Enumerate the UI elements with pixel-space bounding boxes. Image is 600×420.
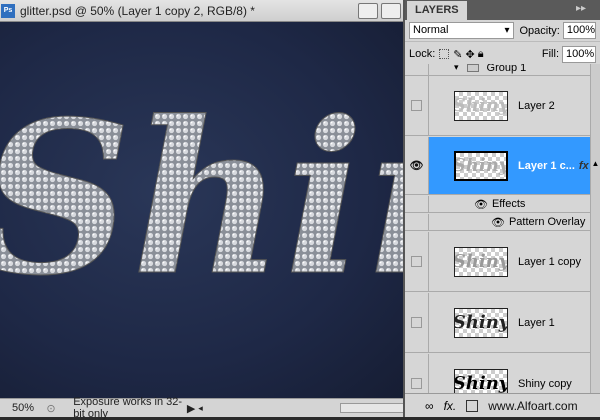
group-expand-icon[interactable]: ▾ [454,64,459,73]
effect-name: Pattern Overlay [508,216,586,228]
visibility-toggle[interactable] [405,354,429,394]
effect-pattern-overlay[interactable]: 👁︎ Pattern Overlay [405,214,592,231]
status-menu-arrow-icon[interactable]: ▶ [187,402,198,415]
shiny-text: Shiny [0,75,405,322]
fill-input[interactable]: 100% [562,45,596,63]
panel-footer: ∞ fx. www.Alfoart.com [405,393,600,417]
layer-name: Shiny copy [518,377,572,390]
eye-icon[interactable]: 👁︎ [491,216,505,229]
visibility-toggle[interactable] [405,232,429,291]
effects-label: Effects [491,198,526,210]
visibility-toggle[interactable]: 👁︎ [405,137,429,194]
visibility-toggle[interactable] [405,76,429,135]
status-bar: 50% ⊙ Exposure works in 32-bit only ▶ ◂ [0,396,406,420]
layer-row[interactable]: Shiny Layer 2 [405,76,592,136]
minimize-button[interactable] [358,3,378,19]
layer-thumbnail: Shiny [454,246,508,277]
layers-panel: LAYERS ▸▸ Normal Opacity: 100% Lock: ✎ ✥… [403,0,600,417]
document-titlebar: Ps glitter.psd @ 50% (Layer 1 copy 2, RG… [0,0,405,22]
photoshop-icon: Ps [1,3,15,18]
layer-name: Layer 2 [518,99,555,112]
shiny-artwork: Shiny [0,75,405,323]
layer-row[interactable]: Shiny Layer 1 copy [405,232,592,292]
status-info-icon[interactable]: ⊙ [39,402,63,415]
layer-thumbnail: Shiny [454,150,508,181]
fx-icon[interactable]: fx [579,160,589,172]
link-layers-icon[interactable]: ∞ [425,399,434,413]
horizontal-scrollbar[interactable] [339,403,406,413]
status-message: Exposure works in 32-bit only [73,396,183,420]
lock-options: Lock: ✎ ✥ 🔒︎ Fill: 100% [405,42,600,66]
layers-scrollbar[interactable]: ▲ [590,64,600,394]
layer-thumbnail: Shiny [454,307,508,338]
folder-icon [466,64,479,72]
blend-options: Normal Opacity: 100% [405,20,600,42]
panel-collapse-icon[interactable]: ▸▸ [576,3,586,14]
visibility-gutter [405,196,429,212]
opacity-label: Opacity: [519,24,560,37]
eye-icon[interactable]: 👁︎ [474,198,488,211]
blend-mode-select[interactable]: Normal [409,22,514,39]
layer-name: Group 1 [486,64,527,74]
layer-row[interactable]: Shiny Layer 1 [405,293,592,353]
layer-thumbnail: Shiny [454,90,508,121]
lock-all-icon[interactable]: 🔒︎ [478,48,484,61]
lock-transparency-icon[interactable] [439,49,450,59]
layer-row[interactable]: Shiny Shiny copy [405,354,592,394]
maximize-button[interactable] [381,3,401,19]
tab-layers[interactable]: LAYERS [407,1,467,20]
lock-brush-icon[interactable]: ✎ [453,48,462,61]
opacity-input[interactable]: 100% [562,22,596,39]
visibility-gutter [405,214,429,230]
layer-group-1[interactable]: ▾ Group 1 [405,64,592,76]
layer-name: Layer 1 c... [518,159,575,172]
layer-name: Layer 1 copy [518,255,581,268]
layer-thumbnail: Shiny [454,368,508,394]
add-mask-icon[interactable] [466,399,479,412]
add-style-icon[interactable]: fx. [444,399,457,413]
layer-row-selected[interactable]: 👁︎ Shiny Layer 1 c... fx [405,137,592,195]
lock-label: Lock: [409,48,436,60]
document-title: glitter.psd @ 50% (Layer 1 copy 2, RGB/8… [20,3,255,18]
zoom-level[interactable]: 50% [0,402,39,414]
layers-list: ▾ Group 1 Shiny Layer 2 👁︎ Shiny Layer 1… [405,64,592,394]
layer-name: Layer 1 [518,316,555,329]
scroll-left-icon[interactable]: ◂ [198,403,209,414]
panel-header: LAYERS ▸▸ [405,0,600,20]
fill-label: Fill: [541,48,559,60]
eye-icon: 👁︎ [409,160,424,172]
lock-move-icon[interactable]: ✥ [466,48,475,61]
visibility-toggle[interactable] [405,64,429,75]
watermark: www.Alfoart.com [488,398,578,413]
visibility-toggle[interactable] [405,293,429,352]
document-canvas[interactable]: Shiny [0,22,405,398]
effects-row[interactable]: 👁︎ Effects [405,196,592,213]
